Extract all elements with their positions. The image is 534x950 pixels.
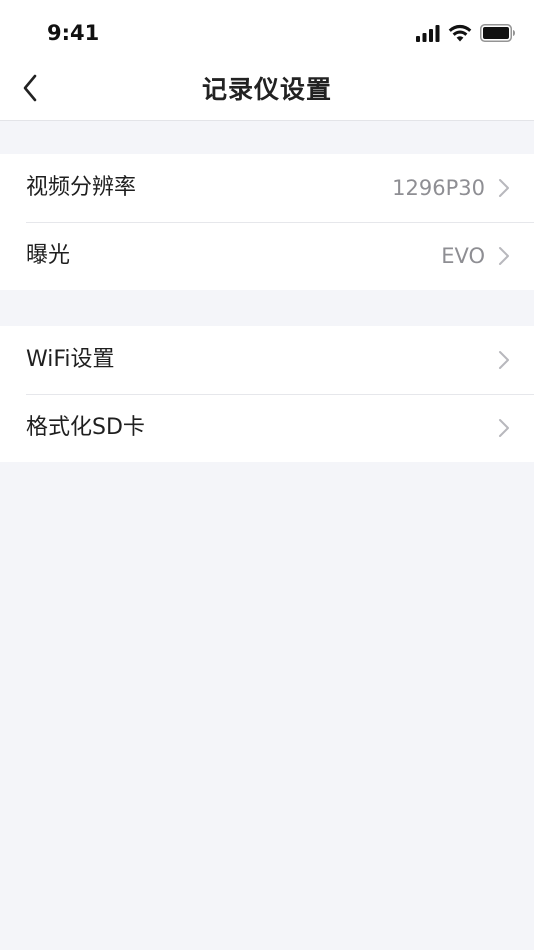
setting-label: 格式化SD卡 [26,415,145,440]
page-title: 记录仪设置 [201,75,332,104]
status-time: 9:41 [47,21,100,45]
settings-group-device: WiFi设置 格式化SD卡 [0,326,534,462]
setting-row-format-sd[interactable]: 格式化SD卡 [0,394,534,462]
setting-row-wifi[interactable]: WiFi设置 [0,326,534,394]
status-icons [415,21,516,45]
chevron-right-icon [498,246,510,266]
setting-value: EVO [441,244,485,268]
setting-row-exposure[interactable]: 曝光 EVO [0,222,534,290]
setting-label: WiFi设置 [26,347,115,372]
setting-label: 视频分辨率 [26,175,137,200]
chevron-right-icon [498,350,510,370]
wifi-icon [448,24,472,42]
battery-icon [480,24,516,42]
chevron-right-icon [498,418,510,438]
header: 9:41 记录仪设置 [0,0,534,121]
chevron-right-icon [498,178,510,198]
setting-row-resolution[interactable]: 视频分辨率 1296P30 [0,154,534,222]
setting-label: 曝光 [26,243,71,268]
setting-value: 1296P30 [392,176,485,200]
signal-icon [415,24,441,42]
settings-group-video: 视频分辨率 1296P30 曝光 EVO [0,154,534,290]
